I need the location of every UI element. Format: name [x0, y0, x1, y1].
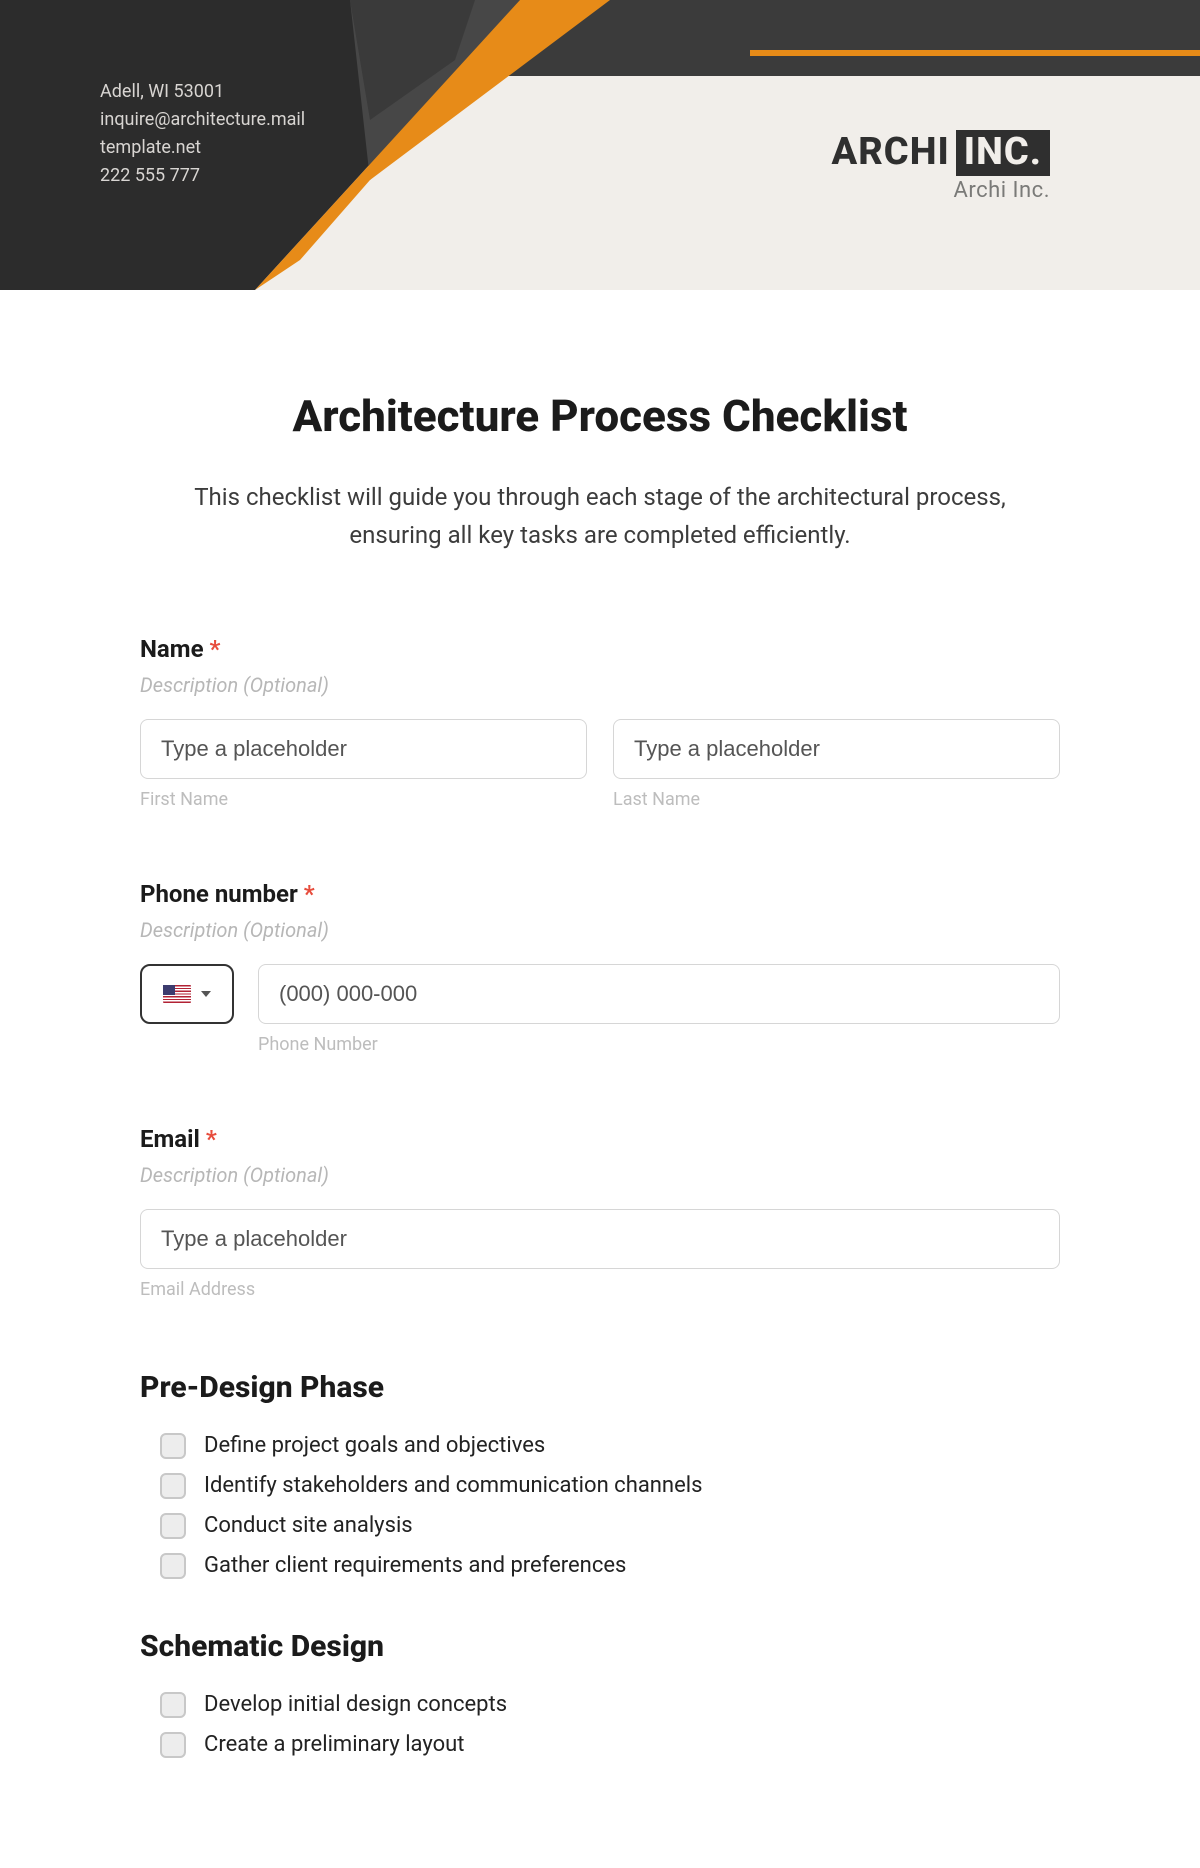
logo-subtitle: Archi Inc. [832, 178, 1050, 203]
checkbox[interactable] [160, 1692, 186, 1718]
checkbox[interactable] [160, 1473, 186, 1499]
checklist-label: Create a preliminary layout [204, 1732, 464, 1757]
page-description: This checklist will guide you through ea… [150, 478, 1050, 555]
contact-email: inquire@architecture.mail [100, 106, 305, 134]
checkbox[interactable] [160, 1553, 186, 1579]
name-label-text: Name [140, 635, 204, 663]
section-pre-design: Pre-Design Phase Define project goals an… [140, 1370, 1060, 1579]
required-indicator: * [206, 1125, 217, 1153]
checklist-label: Conduct site analysis [204, 1513, 413, 1538]
name-desc: Description (Optional) [140, 673, 1060, 697]
contact-phone: 222 555 777 [100, 162, 305, 190]
field-email: Email * Description (Optional) Email Add… [140, 1125, 1060, 1300]
contact-website: template.net [100, 134, 305, 162]
phone-desc: Description (Optional) [140, 918, 1060, 942]
logo-word2: INC. [956, 130, 1050, 176]
field-name: Name * Description (Optional) First Name… [140, 635, 1060, 810]
checkbox[interactable] [160, 1433, 186, 1459]
checklist-item: Conduct site analysis [160, 1513, 1060, 1539]
checklist-label: Define project goals and objectives [204, 1433, 545, 1458]
checklist-label: Gather client requirements and preferenc… [204, 1553, 626, 1578]
contact-info: Adell, WI 53001 inquire@architecture.mai… [100, 78, 305, 190]
last-name-input[interactable] [613, 719, 1060, 779]
section-title: Pre-Design Phase [140, 1370, 1060, 1405]
checklist-label: Identify stakeholders and communication … [204, 1473, 702, 1498]
contact-address: Adell, WI 53001 [100, 78, 305, 106]
checkbox[interactable] [160, 1732, 186, 1758]
logo-main: ARCHIINC. [832, 130, 1050, 174]
email-desc: Description (Optional) [140, 1163, 1060, 1187]
required-indicator: * [210, 635, 221, 663]
checkbox[interactable] [160, 1513, 186, 1539]
logo: ARCHIINC. Archi Inc. [832, 130, 1050, 203]
phone-number-input[interactable] [258, 964, 1060, 1024]
checklist-item: Gather client requirements and preferenc… [160, 1553, 1060, 1579]
email-sublabel: Email Address [140, 1279, 1060, 1300]
phone-label-text: Phone number [140, 880, 298, 908]
country-code-select[interactable] [140, 964, 234, 1024]
first-name-input[interactable] [140, 719, 587, 779]
form-content: Architecture Process Checklist This chec… [120, 290, 1080, 1868]
field-phone: Phone number * Description (Optional) Ph… [140, 880, 1060, 1055]
chevron-down-icon [201, 991, 211, 997]
checklist-item: Define project goals and objectives [160, 1433, 1060, 1459]
section-title: Schematic Design [140, 1629, 1060, 1664]
required-indicator: * [304, 880, 315, 908]
checklist-label: Develop initial design concepts [204, 1692, 507, 1717]
last-name-sublabel: Last Name [613, 789, 1060, 810]
page-title: Architecture Process Checklist [140, 390, 1060, 442]
email-label-text: Email [140, 1125, 200, 1153]
us-flag-icon [163, 985, 191, 1003]
section-schematic-design: Schematic Design Develop initial design … [140, 1629, 1060, 1758]
accent-bar [750, 50, 1200, 56]
checklist-item: Identify stakeholders and communication … [160, 1473, 1060, 1499]
checklist-item: Develop initial design concepts [160, 1692, 1060, 1718]
phone-label: Phone number * [140, 880, 1060, 908]
email-input[interactable] [140, 1209, 1060, 1269]
letterhead-header: Adell, WI 53001 inquire@architecture.mai… [0, 0, 1200, 290]
first-name-sublabel: First Name [140, 789, 587, 810]
name-label: Name * [140, 635, 1060, 663]
checklist-item: Create a preliminary layout [160, 1732, 1060, 1758]
phone-sublabel: Phone Number [258, 1034, 1060, 1055]
logo-word1: ARCHI [832, 130, 950, 174]
email-label: Email * [140, 1125, 1060, 1153]
